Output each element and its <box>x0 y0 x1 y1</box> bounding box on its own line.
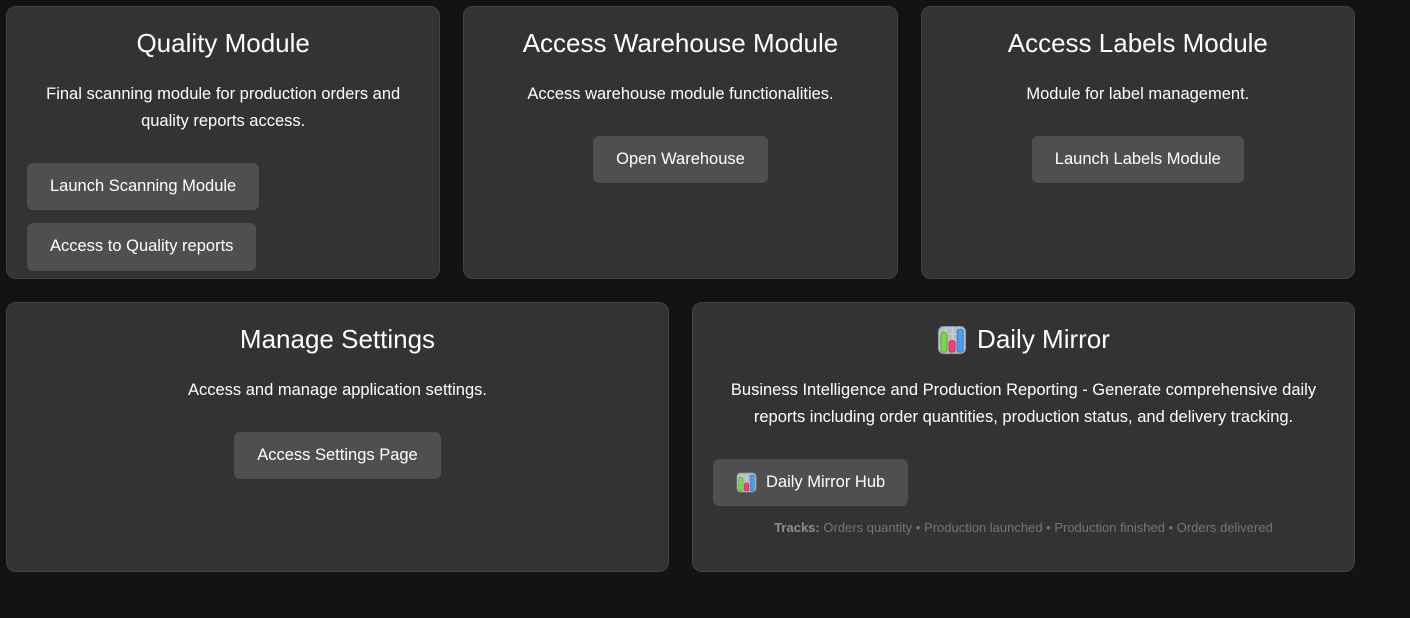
daily-mirror-card: Daily Mirror Business Intelligence and P… <box>692 302 1355 572</box>
daily-mirror-hub-button[interactable]: Daily Mirror Hub <box>713 459 908 506</box>
open-warehouse-button[interactable]: Open Warehouse <box>593 136 768 183</box>
warehouse-module-title: Access Warehouse Module <box>484 27 876 61</box>
access-settings-page-button[interactable]: Access Settings Page <box>234 432 441 479</box>
manage-settings-description: Access and manage application settings. <box>27 377 648 404</box>
module-dashboard: Quality Module Final scanning module for… <box>6 6 1355 572</box>
warehouse-module-buttons: Open Warehouse <box>484 136 876 183</box>
tracks-items: Orders quantity • Production launched • … <box>823 520 1272 535</box>
tracks-line: Tracks: Orders quantity • Production lau… <box>713 520 1334 535</box>
launch-labels-module-button[interactable]: Launch Labels Module <box>1032 136 1244 183</box>
labels-module-title: Access Labels Module <box>942 27 1334 61</box>
tracks-label: Tracks: <box>774 520 820 535</box>
bar-chart-icon <box>937 325 967 355</box>
bottom-row: Manage Settings Access and manage applic… <box>6 302 1355 572</box>
daily-mirror-title: Daily Mirror <box>713 323 1334 357</box>
warehouse-module-description: Access warehouse module functionalities. <box>484 81 876 108</box>
labels-module-card: Access Labels Module Module for label ma… <box>921 6 1355 279</box>
labels-module-description: Module for label management. <box>942 81 1334 108</box>
quality-module-title: Quality Module <box>27 27 419 61</box>
quality-module-card: Quality Module Final scanning module for… <box>6 6 440 279</box>
daily-mirror-hub-button-label: Daily Mirror Hub <box>766 472 885 493</box>
quality-module-description: Final scanning module for production ord… <box>27 81 419 135</box>
access-quality-reports-button[interactable]: Access to Quality reports <box>27 223 256 270</box>
manage-settings-title: Manage Settings <box>27 323 648 357</box>
quality-module-buttons: Launch Scanning Module Access to Quality… <box>27 163 419 271</box>
daily-mirror-title-text: Daily Mirror <box>977 323 1110 357</box>
manage-settings-card: Manage Settings Access and manage applic… <box>6 302 669 572</box>
daily-mirror-description: Business Intelligence and Production Rep… <box>713 377 1334 431</box>
bar-chart-icon <box>736 472 757 493</box>
launch-scanning-module-button[interactable]: Launch Scanning Module <box>27 163 259 210</box>
labels-module-buttons: Launch Labels Module <box>942 136 1334 183</box>
daily-mirror-buttons: Daily Mirror Hub <box>713 459 1334 506</box>
warehouse-module-card: Access Warehouse Module Access warehouse… <box>463 6 897 279</box>
top-row: Quality Module Final scanning module for… <box>6 6 1355 279</box>
manage-settings-buttons: Access Settings Page <box>27 432 648 479</box>
